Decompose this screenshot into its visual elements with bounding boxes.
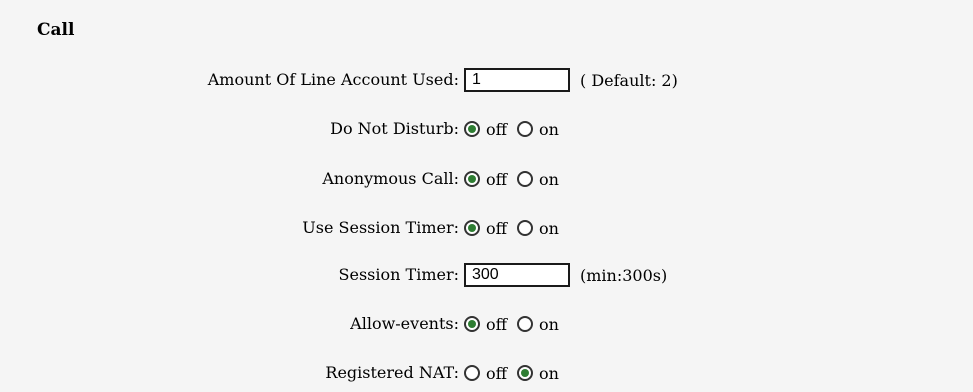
do-not-disturb-off-label: off — [486, 119, 507, 139]
use-session-timer-on-radio[interactable] — [517, 220, 533, 236]
label-amount-line-account: Amount Of Line Account Used: — [207, 70, 459, 89]
registered-nat-off-radio[interactable] — [464, 365, 480, 381]
label-registered-nat: Registered NAT: — [325, 363, 459, 382]
row-allow-events: Allow-events: off on — [0, 307, 973, 341]
use-session-timer-off-radio[interactable] — [464, 220, 480, 236]
registered-nat-off-option[interactable]: off — [464, 364, 511, 383]
allow-events-off-radio[interactable] — [464, 316, 480, 332]
amount-line-account-hint: ( Default: 2) — [580, 70, 678, 90]
call-settings-panel: Call Amount Of Line Account Used: 1 ( De… — [0, 0, 973, 392]
registered-nat-on-option[interactable]: on — [517, 364, 563, 383]
anonymous-call-on-radio[interactable] — [517, 171, 533, 187]
control-session-timer: 300 (min:300s) — [464, 258, 667, 292]
amount-line-account-input[interactable]: 1 — [464, 68, 570, 92]
control-amount-line-account: 1 ( Default: 2) — [464, 63, 678, 97]
registered-nat-off-label: off — [486, 363, 507, 383]
use-session-timer-off-option[interactable]: off — [464, 219, 511, 238]
use-session-timer-off-label: off — [486, 218, 507, 238]
control-do-not-disturb: off on — [464, 112, 563, 146]
session-timer-hint: (min:300s) — [580, 265, 668, 285]
anonymous-call-off-radio[interactable] — [464, 171, 480, 187]
use-session-timer-on-label: on — [539, 218, 559, 238]
anonymous-call-off-label: off — [486, 169, 507, 189]
do-not-disturb-off-option[interactable]: off — [464, 120, 511, 139]
registered-nat-on-label: on — [539, 363, 559, 383]
label-allow-events: Allow-events: — [350, 314, 459, 333]
do-not-disturb-on-radio[interactable] — [517, 121, 533, 137]
control-anonymous-call: off on — [464, 162, 563, 196]
row-registered-nat: Registered NAT: off on — [0, 356, 973, 390]
label-anonymous-call: Anonymous Call: — [322, 169, 459, 188]
anonymous-call-off-option[interactable]: off — [464, 170, 511, 189]
allow-events-on-radio[interactable] — [517, 316, 533, 332]
row-session-timer: Session Timer: 300 (min:300s) — [0, 258, 973, 292]
anonymous-call-on-option[interactable]: on — [517, 170, 563, 189]
do-not-disturb-on-option[interactable]: on — [517, 120, 563, 139]
row-anonymous-call: Anonymous Call: off on — [0, 162, 973, 196]
row-amount-line-account: Amount Of Line Account Used: 1 ( Default… — [0, 63, 973, 97]
label-use-session-timer: Use Session Timer: — [302, 218, 459, 237]
session-timer-input[interactable]: 300 — [464, 263, 570, 287]
label-session-timer: Session Timer: — [338, 265, 459, 284]
label-do-not-disturb: Do Not Disturb: — [330, 119, 459, 138]
control-registered-nat: off on — [464, 356, 563, 390]
row-use-session-timer: Use Session Timer: off on — [0, 211, 973, 245]
anonymous-call-on-label: on — [539, 169, 559, 189]
control-use-session-timer: off on — [464, 211, 563, 245]
allow-events-on-option[interactable]: on — [517, 315, 563, 334]
section-title: Call — [37, 20, 75, 40]
do-not-disturb-on-label: on — [539, 119, 559, 139]
do-not-disturb-off-radio[interactable] — [464, 121, 480, 137]
use-session-timer-on-option[interactable]: on — [517, 219, 563, 238]
row-do-not-disturb: Do Not Disturb: off on — [0, 112, 973, 146]
allow-events-off-label: off — [486, 314, 507, 334]
registered-nat-on-radio[interactable] — [517, 365, 533, 381]
control-allow-events: off on — [464, 307, 563, 341]
allow-events-off-option[interactable]: off — [464, 315, 511, 334]
allow-events-on-label: on — [539, 314, 559, 334]
